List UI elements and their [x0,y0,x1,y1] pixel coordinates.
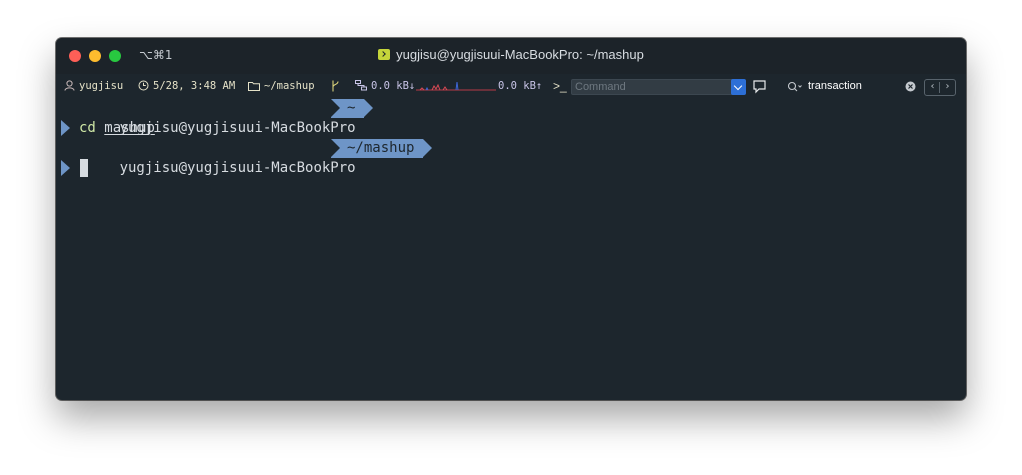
command-argument: mashup [104,120,155,136]
clear-icon[interactable] [905,81,916,92]
search-field[interactable]: transaction [784,79,919,95]
network-indicator[interactable]: 0.0 kB↓ [355,80,415,92]
user-label: yugjisu [79,80,124,92]
text-cursor [80,159,88,177]
git-branch-icon [332,80,339,92]
folder-icon [248,82,260,91]
terminal-window: ⌥⌘1 yugjisu@yugjisuui-MacBookPro: ~/mash… [56,38,966,400]
window-title: yugjisu@yugjisuui-MacBookPro: ~/mashup [396,47,644,62]
user-icon [64,80,75,91]
user-indicator[interactable]: yugjisu [64,80,123,92]
command-input[interactable]: Command [571,79,736,95]
terminal-icon [378,49,391,60]
net-up-label: 0.0 kB↑ [498,80,543,92]
prompt-line-1: yugjisu@yugjisuui-MacBookPro [69,98,356,136]
prompt-icon: >_ [553,79,567,93]
chat-icon[interactable] [752,79,767,94]
directory-indicator[interactable]: ~/mashup [248,80,315,92]
network-graph [416,81,496,91]
clock-icon [138,80,149,91]
prompt-path-segment: ~/mashup [331,139,433,158]
search-nav: ‹ › [924,79,956,96]
prompt-host: yugjisu@yugjisuui-MacBookPro [119,120,356,136]
net-down-label: 0.0 kB↓ [371,80,416,92]
command-line: cd mashup [79,118,155,138]
prompt-line-2: yugjisu@yugjisuui-MacBookPro [69,138,356,176]
prompt-path: ~ [347,100,356,116]
datetime-label: 5/28, 3:48 AM [153,80,236,92]
chevron-right-icon[interactable]: › [940,80,955,95]
terminal-output[interactable]: yugjisu@yugjisuui-MacBookPro ~ cd mashup… [56,98,966,400]
prompt-path-segment: ~ [331,99,375,118]
search-query[interactable]: transaction [808,80,862,92]
prompt-path: ~/mashup [347,140,415,156]
command-name: cd [79,120,96,136]
net-up-indicator: 0.0 kB↑ [498,80,542,92]
directory-label: ~/mashup [264,80,315,92]
chevron-left-icon[interactable]: ‹ [925,80,940,95]
prompt-arrow-icon [61,120,70,136]
window-title-area: yugjisu@yugjisuui-MacBookPro: ~/mashup [56,47,966,62]
prompt-arrow-icon [61,160,70,176]
clock-indicator[interactable]: 5/28, 3:48 AM [138,80,235,92]
git-indicator[interactable] [331,80,344,93]
prompt-host: yugjisu@yugjisuui-MacBookPro [119,160,356,176]
network-icon [355,80,367,91]
search-icon [787,81,802,92]
command-dropdown-button[interactable] [731,79,746,95]
title-bar: ⌥⌘1 yugjisu@yugjisuui-MacBookPro: ~/mash… [56,38,966,74]
